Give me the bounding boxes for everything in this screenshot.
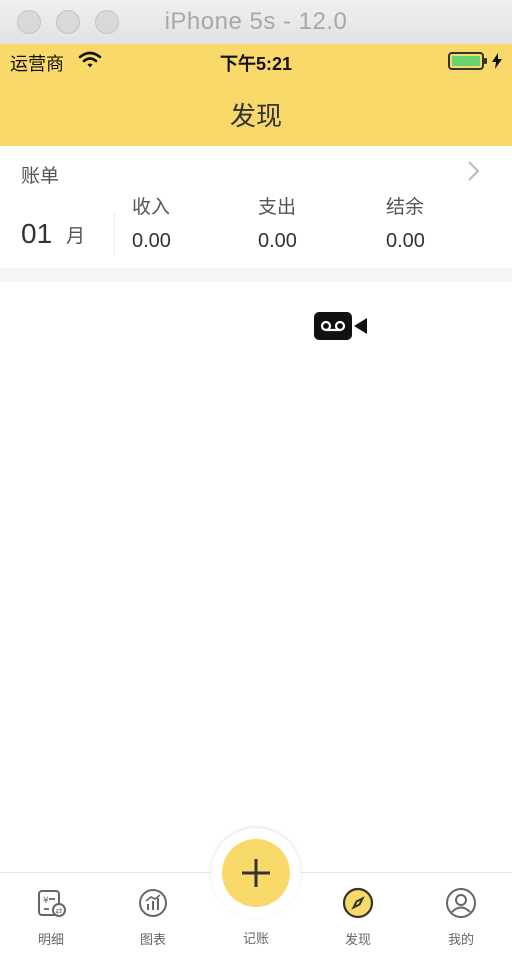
battery-icon [448,52,487,70]
charging-icon [492,53,502,69]
tab-label: 明细 [37,932,64,947]
simulator-titlebar: iPhone 5s - 12.0 [0,0,512,45]
income-value: 0.00 [132,230,171,252]
tab-label: 记账 [242,931,269,946]
tab-detail[interactable]: ¥ ⇄ 明细 [0,873,102,953]
tab-label: 我的 [447,932,474,947]
section-separator [0,268,512,282]
tab-discover[interactable]: 发现 [307,873,409,953]
screen-record-icon[interactable] [314,312,368,340]
plus-icon [242,859,270,887]
tab-label: 图表 [139,932,166,947]
svg-text:⇄: ⇄ [56,907,63,916]
status-time: 下午5:21 [219,54,293,74]
compass-icon [342,887,374,919]
chevron-right-icon[interactable] [466,160,480,182]
income-label: 收入 [132,197,171,218]
bill-title: 账单 [21,166,60,187]
expense-label: 支出 [258,197,297,218]
bill-month: 01 [21,218,53,249]
tab-label: 发现 [344,932,371,947]
page-title: 发现 [229,101,282,131]
chart-icon [139,889,167,917]
profile-icon [446,888,476,918]
status-bar: 运营商 下午5:21 [0,44,512,78]
svg-text:¥: ¥ [43,896,49,906]
divider [114,212,115,256]
navigation-bar: 发现 [0,78,512,146]
detail-icon: ¥ ⇄ [38,890,66,917]
bill-month-unit: 月 [66,226,86,247]
tab-profile[interactable]: 我的 [410,873,512,953]
balance-label: 结余 [386,197,425,218]
balance-value: 0.00 [386,230,425,252]
add-record-button[interactable] [222,839,290,907]
expense-value: 0.00 [258,230,297,252]
window-title: iPhone 5s - 12.0 [164,8,348,35]
tab-chart[interactable]: 图表 [102,873,204,953]
bill-card[interactable]: 账单 01 月 收入 0.00 支出 0.00 结余 0.00 [0,146,512,268]
